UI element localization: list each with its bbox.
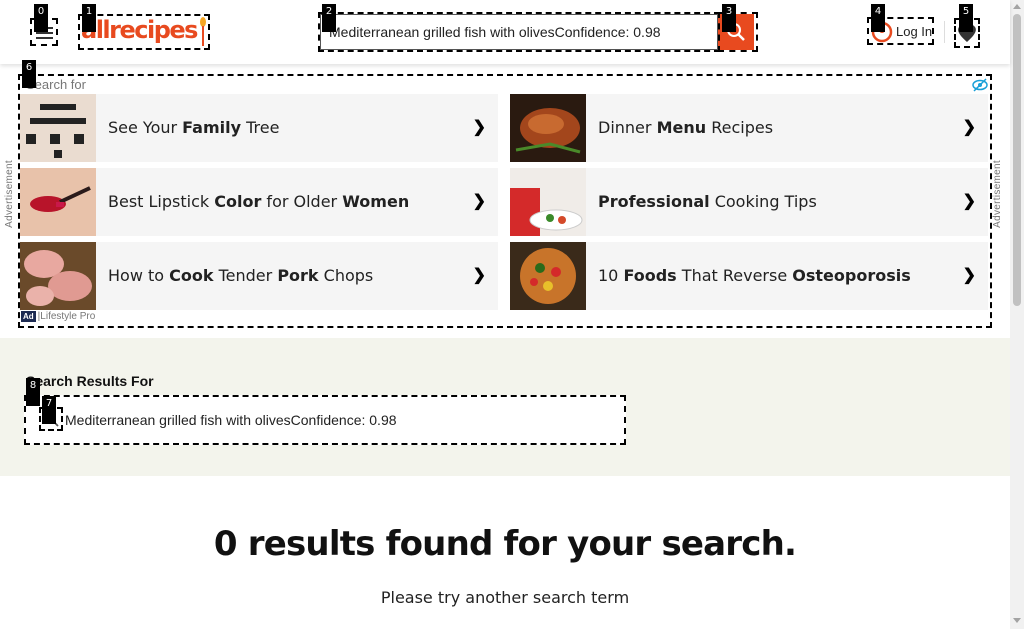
- scroll-down-icon[interactable]: [1013, 618, 1021, 623]
- marker-7: 7: [42, 396, 56, 424]
- header-divider: [944, 21, 945, 43]
- try-again-text: Please try another search term: [380, 588, 630, 607]
- marker-6: 6: [22, 60, 36, 88]
- marker-0: 0: [34, 4, 48, 32]
- marker-3: 3: [722, 4, 736, 32]
- page-scrollbar[interactable]: [1010, 0, 1024, 629]
- marker-1: 1: [82, 4, 96, 32]
- site-header: allrecipes Mediterranean grilled fish wi…: [0, 0, 1010, 64]
- scroll-up-icon[interactable]: [1013, 4, 1021, 9]
- advertisement-label-right: Advertisement: [992, 160, 1003, 228]
- advertisement-label-left: Advertisement: [4, 160, 15, 228]
- marker-4: 4: [871, 4, 885, 32]
- marker-5: 5: [959, 4, 973, 32]
- scrollbar-thumb[interactable]: [1013, 14, 1021, 306]
- marker-8: 8: [26, 378, 40, 406]
- search-results-title: Search Results For: [26, 373, 154, 389]
- no-results-heading: 0 results found for your search.: [213, 524, 797, 564]
- marker-2: 2: [322, 4, 336, 32]
